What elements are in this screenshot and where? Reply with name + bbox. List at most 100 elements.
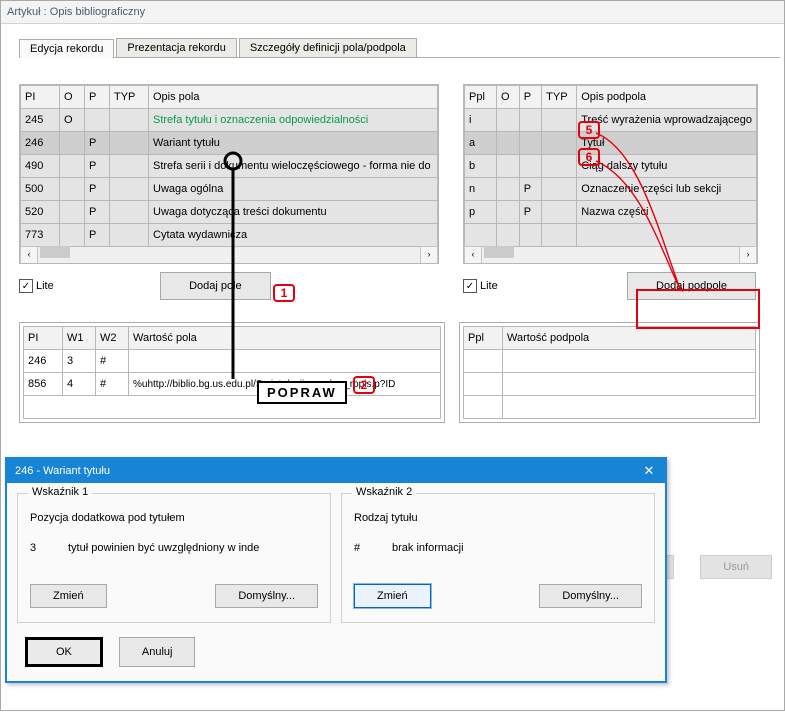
cell[interactable]: Ciąg dalszy tytułu	[577, 155, 757, 178]
cell[interactable]: P	[519, 178, 541, 201]
scroll-left-icon[interactable]: ‹	[464, 246, 482, 264]
lite-checkbox-right[interactable]: ✓Lite	[463, 279, 498, 293]
ok-button[interactable]: OK	[25, 637, 103, 667]
subfield-table[interactable]: Ppl O P TYP Opis podpola iTreść wyrażeni…	[464, 85, 757, 247]
cell[interactable]: 500	[21, 178, 60, 201]
cell[interactable]: b	[465, 155, 497, 178]
cell[interactable]	[464, 350, 503, 373]
cell[interactable]	[542, 201, 577, 224]
cancel-button[interactable]: Anuluj	[119, 637, 196, 667]
cell[interactable]	[60, 178, 85, 201]
h-scrollbar[interactable]: ‹ ›	[20, 247, 438, 263]
tab-presentation[interactable]: Prezentacja rekordu	[116, 38, 236, 57]
cell[interactable]: Strefa serii i dokumentu wieloczęścioweg…	[149, 155, 438, 178]
field-table[interactable]: PI O P TYP Opis pola 245OStrefa tytułu i…	[20, 85, 438, 247]
cell[interactable]	[110, 178, 149, 201]
tab-details[interactable]: Szczegóły definicji pola/podpola	[239, 38, 417, 57]
cell[interactable]	[519, 132, 541, 155]
cell[interactable]	[496, 109, 519, 132]
scroll-thumb[interactable]	[40, 246, 70, 258]
add-subfield-button[interactable]: Dodaj podpole	[627, 272, 756, 300]
cell[interactable]: 246	[24, 350, 63, 373]
cell[interactable]	[519, 109, 541, 132]
cell[interactable]	[496, 178, 519, 201]
cell[interactable]: 490	[21, 155, 60, 178]
cell[interactable]: Oznaczenie części lub sekcji	[577, 178, 757, 201]
cell[interactable]: 856	[24, 373, 63, 396]
cell[interactable]	[464, 396, 503, 419]
cell[interactable]	[496, 155, 519, 178]
cell[interactable]: 3	[63, 350, 96, 373]
cell[interactable]: P	[85, 201, 110, 224]
cell[interactable]: Nazwa części	[577, 201, 757, 224]
cell[interactable]: 246	[21, 132, 60, 155]
add-field-button[interactable]: Dodaj pole	[160, 272, 271, 300]
cell[interactable]: Treść wyrażenia wprowadzającego	[577, 109, 757, 132]
cell[interactable]	[519, 155, 541, 178]
cell[interactable]: 4	[63, 373, 96, 396]
close-icon[interactable]: ✕	[641, 459, 657, 483]
cell[interactable]	[542, 178, 577, 201]
cell[interactable]: #	[96, 373, 129, 396]
tab-edit[interactable]: Edycja rekordu	[19, 39, 114, 58]
cell[interactable]: #	[96, 350, 129, 373]
cell[interactable]	[542, 224, 577, 247]
indicator-2-default-button[interactable]: Domyślny...	[539, 584, 642, 608]
cell[interactable]	[496, 201, 519, 224]
h-scrollbar[interactable]: ‹ ›	[464, 247, 757, 263]
cell[interactable]	[496, 132, 519, 155]
cell[interactable]	[85, 109, 110, 132]
lite-checkbox-left[interactable]: ✓Lite	[19, 279, 54, 293]
cell[interactable]: P	[85, 132, 110, 155]
cell[interactable]	[542, 109, 577, 132]
scroll-right-icon[interactable]: ›	[420, 246, 438, 264]
cell[interactable]: P	[519, 201, 541, 224]
cell[interactable]	[542, 155, 577, 178]
cell[interactable]: a	[465, 132, 497, 155]
cell[interactable]	[503, 373, 756, 396]
dialog-titlebar[interactable]: 246 - Wariant tytułu ✕	[7, 459, 665, 483]
indicator-1-default-button[interactable]: Domyślny...	[215, 584, 318, 608]
cell[interactable]: Cytata wydawnicza	[149, 224, 438, 247]
cell[interactable]	[503, 396, 756, 419]
scroll-left-icon[interactable]: ‹	[20, 246, 38, 264]
cell[interactable]: 773	[21, 224, 60, 247]
cell[interactable]: n	[465, 178, 497, 201]
indicator-2-change-button[interactable]: Zmień	[354, 584, 431, 608]
cell[interactable]: Wariant tytułu	[149, 132, 438, 155]
cell[interactable]: p	[465, 201, 497, 224]
cell[interactable]	[60, 132, 85, 155]
cell[interactable]	[110, 109, 149, 132]
cell[interactable]	[110, 201, 149, 224]
cell[interactable]: O	[60, 109, 85, 132]
cell[interactable]	[129, 350, 441, 373]
cell[interactable]	[465, 224, 497, 247]
cell[interactable]: P	[85, 224, 110, 247]
cell[interactable]: Tytuł	[577, 132, 757, 155]
indicator-1-change-button[interactable]: Zmień	[30, 584, 107, 608]
scroll-thumb[interactable]	[484, 246, 514, 258]
cell[interactable]: i	[465, 109, 497, 132]
cell[interactable]	[496, 224, 519, 247]
cell[interactable]: Uwaga ogólna	[149, 178, 438, 201]
cell[interactable]	[110, 132, 149, 155]
scroll-right-icon[interactable]: ›	[739, 246, 757, 264]
cell[interactable]	[519, 224, 541, 247]
cell[interactable]	[60, 224, 85, 247]
cell[interactable]: 245	[21, 109, 60, 132]
cell[interactable]	[110, 155, 149, 178]
cell[interactable]: Strefa tytułu i oznaczenia odpowiedzialn…	[149, 109, 438, 132]
cell[interactable]	[24, 396, 441, 419]
cell[interactable]	[503, 350, 756, 373]
cell[interactable]	[542, 132, 577, 155]
cell[interactable]: P	[85, 178, 110, 201]
cell[interactable]: Uwaga dotycząca treści dokumentu	[149, 201, 438, 224]
cell[interactable]: 520	[21, 201, 60, 224]
cell[interactable]: P	[85, 155, 110, 178]
cell[interactable]	[464, 373, 503, 396]
cell[interactable]	[110, 224, 149, 247]
cell[interactable]	[60, 155, 85, 178]
field-value-table[interactable]: PI W1 W2 Wartość pola 2463# 8564#%uhttp:…	[23, 326, 441, 419]
subfield-value-table[interactable]: Ppl Wartość podpola	[463, 326, 756, 419]
cell[interactable]	[577, 224, 757, 247]
